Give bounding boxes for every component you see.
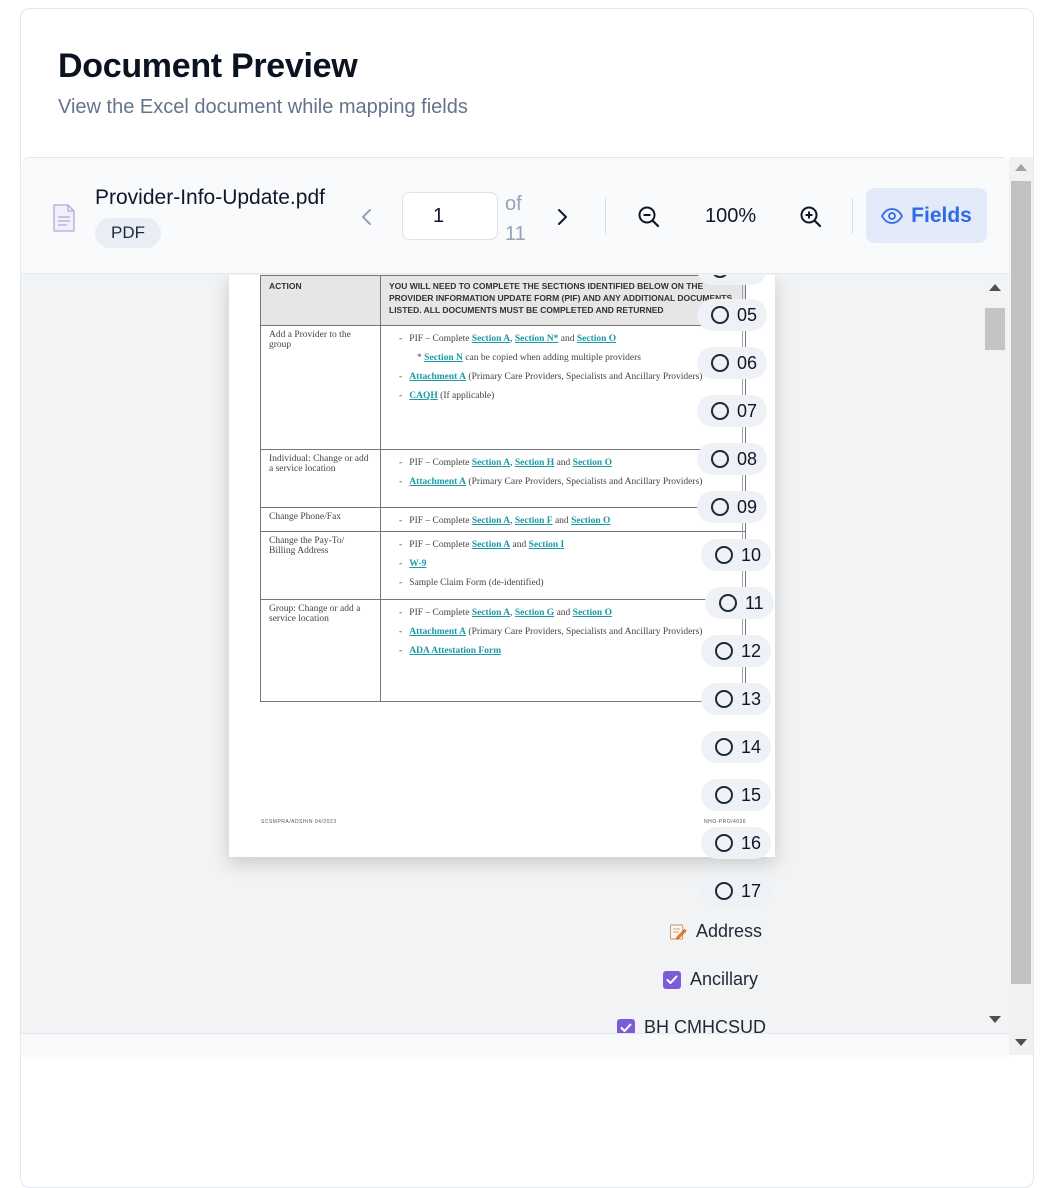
field-chip[interactable]: 16 <box>701 827 772 859</box>
pdf-page: ACTION YOU WILL NEED TO COMPLETE THE SEC… <box>229 275 775 857</box>
row-action: Individual: Change or add a service loca… <box>260 449 381 508</box>
page-of-label: of <box>505 193 522 215</box>
field-chip[interactable]: 12 <box>701 635 772 667</box>
row-description: - PIF – Complete Section A and Section I… <box>380 531 746 600</box>
file-name: Provider-Info-Update.pdf <box>95 186 325 209</box>
scroll-up-arrow-icon[interactable] <box>989 284 1001 291</box>
document-preview-card: Document Preview View the Excel document… <box>20 8 1034 1188</box>
card-subtitle: View the Excel document while mapping fi… <box>58 96 468 118</box>
file-type-badge: PDF <box>95 218 161 248</box>
action-table: ACTION YOU WILL NEED TO COMPLETE THE SEC… <box>260 275 746 702</box>
scroll-down-arrow-icon[interactable] <box>989 1016 1001 1023</box>
circle-icon <box>715 882 733 900</box>
field-chip[interactable]: 07 <box>697 395 768 427</box>
total-pages: 11 <box>505 223 526 245</box>
row-action: Add a Provider to the group <box>260 325 381 450</box>
circle-icon <box>719 594 737 612</box>
circle-icon <box>711 402 729 420</box>
field-chip[interactable]: 04 <box>697 275 768 285</box>
table-header-row: ACTION YOU WILL NEED TO COMPLETE THE SEC… <box>260 275 746 326</box>
circle-icon <box>715 642 733 660</box>
row-description: - PIF – Complete Section A, Section F an… <box>380 507 746 532</box>
checkbox-checked-icon <box>663 970 681 989</box>
row-description: - PIF – Complete Section A, Section G an… <box>380 599 746 702</box>
circle-icon <box>711 306 729 324</box>
circle-icon <box>715 546 733 564</box>
document-canvas: ACTION YOU WILL NEED TO COMPLETE THE SEC… <box>21 275 1009 1033</box>
table-row: Add a Provider to the group - PIF – Comp… <box>260 325 746 450</box>
row-description: - PIF – Complete Section A, Section H an… <box>380 449 746 508</box>
table-row: Individual: Change or add a service loca… <box>260 449 746 508</box>
fields-button-label: Fields <box>911 203 972 227</box>
field-chip[interactable]: 09 <box>697 491 768 523</box>
field-chip[interactable]: 06 <box>697 347 768 379</box>
chevron-left-icon <box>362 209 371 225</box>
file-icon <box>53 204 75 232</box>
circle-icon <box>715 834 733 852</box>
page-footer-right: NHO-PRO/4026 <box>704 819 747 825</box>
field-chip[interactable]: 05 <box>697 299 768 331</box>
field-address[interactable]: Address <box>669 921 762 942</box>
toolbar-divider <box>852 198 853 234</box>
field-chip[interactable]: 10 <box>701 539 772 571</box>
row-action: Group: Change or add a service location <box>260 599 381 702</box>
circle-icon <box>715 786 733 804</box>
field-connector-line <box>742 275 743 695</box>
page-footer-left: SCSMPRA/ADSHIN 04/2023 <box>261 819 337 825</box>
field-chip[interactable]: 15 <box>701 779 772 811</box>
zoom-in-button[interactable] <box>796 202 826 232</box>
field-chip[interactable]: 13 <box>701 683 772 715</box>
circle-icon <box>711 498 729 516</box>
table-row: Change Phone/Fax - PIF – Complete Sectio… <box>260 507 746 532</box>
circle-icon <box>711 275 729 278</box>
table-row: Change the Pay-To/ Billing Address - PIF… <box>260 531 746 600</box>
circle-icon <box>711 450 729 468</box>
row-description: - PIF – Complete Section A, Section N* a… <box>380 325 746 450</box>
field-chip[interactable]: 11 <box>705 587 774 619</box>
row-action: Change the Pay-To/ Billing Address <box>260 531 381 600</box>
document-scrollbar-track[interactable] <box>983 275 1009 1033</box>
next-page-button[interactable] <box>548 202 576 232</box>
page-scroll-down-arrow-icon[interactable] <box>1015 1039 1027 1046</box>
viewer-toolbar: Provider-Info-Update.pdf PDF of 11 100% <box>21 158 1009 274</box>
page-number-input[interactable] <box>402 192 498 240</box>
memo-icon <box>669 923 687 940</box>
header-description: YOU WILL NEED TO COMPLETE THE SECTIONS I… <box>380 275 746 326</box>
previous-page-button[interactable] <box>353 202 381 232</box>
pdf-viewer: Provider-Info-Update.pdf PDF of 11 100% <box>21 157 1009 1057</box>
chevron-right-icon <box>558 209 567 225</box>
eye-icon <box>881 207 904 224</box>
field-bh-cmhcsud[interactable]: BH CMHCSUD <box>617 1017 766 1033</box>
field-ancillary[interactable]: Ancillary <box>663 969 758 990</box>
row-action: Change Phone/Fax <box>260 507 381 532</box>
checkbox-checked-icon <box>617 1018 635 1033</box>
table-row: Group: Change or add a service location … <box>260 599 746 702</box>
document-scrollbar-thumb[interactable] <box>985 308 1005 350</box>
toolbar-divider <box>605 198 606 234</box>
field-chip[interactable]: 14 <box>701 731 772 763</box>
zoom-out-button[interactable] <box>634 202 664 232</box>
viewer-footer <box>21 1033 1009 1057</box>
page-scroll-up-arrow-icon[interactable] <box>1015 164 1027 171</box>
page-scrollbar-thumb[interactable] <box>1011 181 1031 984</box>
circle-icon <box>715 690 733 708</box>
fields-toggle-button[interactable]: Fields <box>866 188 987 243</box>
field-chip[interactable]: 17 <box>701 875 772 907</box>
card-title: Document Preview <box>58 47 358 85</box>
field-chip[interactable]: 08 <box>697 443 768 475</box>
circle-icon <box>715 738 733 756</box>
circle-icon <box>711 354 729 372</box>
zoom-in-icon <box>800 206 822 228</box>
zoom-level: 100% <box>705 205 757 227</box>
header-action: ACTION <box>260 275 381 326</box>
zoom-out-icon <box>638 206 660 228</box>
